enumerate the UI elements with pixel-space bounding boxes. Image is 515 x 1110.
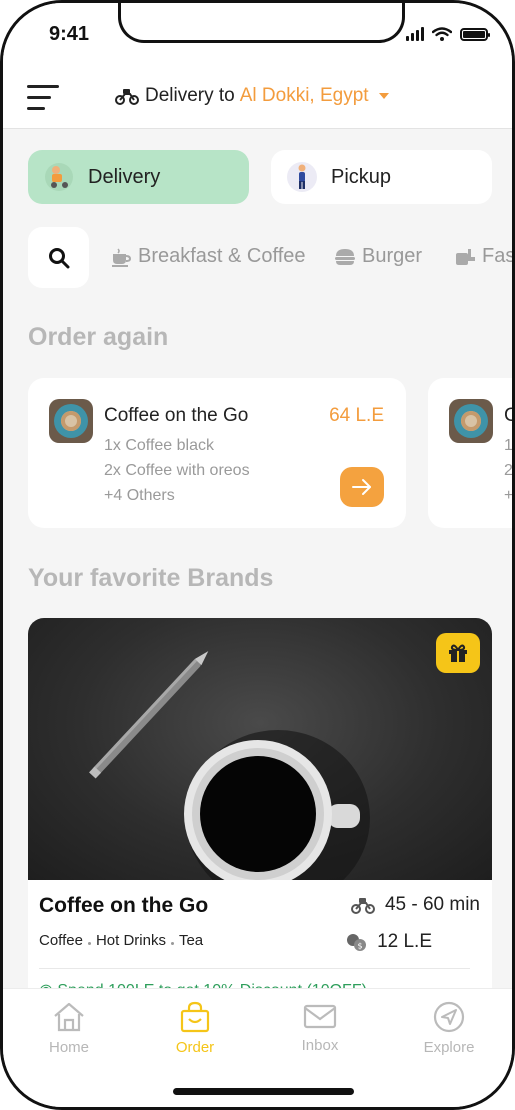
delivery-person-icon (44, 162, 74, 192)
category-fast[interactable]: Fast (454, 245, 515, 268)
pickup-mode-button[interactable]: Pickup (271, 150, 492, 204)
mail-icon (303, 1004, 337, 1029)
battery-icon (460, 27, 490, 41)
category-row: Breakfast & Coffee Burger Fast (28, 227, 515, 289)
status-time: 9:41 (49, 23, 90, 45)
shopping-bag-icon (180, 1001, 210, 1033)
tab-home[interactable]: Home (9, 1001, 129, 1056)
brand-tag: Tea (178, 932, 204, 949)
location-name: Al Dokki, Egypt (239, 85, 369, 106)
top-bar: Delivery to Al Dokki, Egypt (3, 65, 512, 129)
category-label: Burger (362, 245, 423, 267)
delivery-time: 45 - 60 min (350, 894, 480, 916)
brand-tag: Coffee (39, 932, 83, 949)
pickup-person-icon (287, 162, 317, 192)
reorder-button[interactable] (340, 467, 384, 507)
order-item: 2x Coffee with oreos (104, 462, 250, 479)
tab-label: Inbox (301, 1037, 339, 1054)
category-label: Fast (482, 245, 515, 267)
fast-food-icon (456, 248, 475, 265)
burger-icon (335, 248, 355, 265)
pickup-mode-label: Pickup (331, 165, 392, 188)
phone-frame: 9:41 Delivery to Al Dokki, Egypt Deliver… (0, 0, 515, 1110)
tab-order[interactable]: Order (135, 1001, 255, 1056)
status-bar: 9:41 (3, 3, 512, 65)
notch (118, 3, 405, 43)
brand-card[interactable]: Coffee on the Go Coffee Hot Drinks Tea 4… (28, 618, 492, 1038)
order-again-card[interactable]: C 1 2 + (428, 378, 514, 528)
order-item: +4 Others (104, 487, 175, 504)
delivery-mode-button[interactable]: Delivery (28, 150, 249, 204)
order-restaurant-name: C (504, 405, 512, 427)
order-item: + (504, 487, 514, 504)
compass-icon (433, 1001, 465, 1033)
order-again-title: Order again (28, 323, 169, 351)
chevron-down-icon (378, 93, 389, 99)
svg-text:$: $ (358, 942, 363, 951)
delivery-mode-label: Delivery (88, 165, 161, 188)
order-item: 2 (504, 462, 513, 479)
coffee-thumbnail (449, 399, 493, 443)
gift-offer-button[interactable] (436, 633, 480, 673)
brand-name: Coffee on the Go (39, 894, 209, 917)
delivery-location-selector[interactable]: Delivery to Al Dokki, Egypt (115, 85, 389, 107)
delivery-fee-value: 12 L.E (377, 931, 432, 952)
order-price: 64 L.E (329, 405, 384, 426)
coffee-cup-icon (112, 247, 132, 267)
arrow-right-icon (352, 479, 371, 495)
coffee-thumbnail (49, 399, 93, 443)
favorite-brands-title: Your favorite Brands (28, 564, 274, 592)
search-button[interactable] (28, 227, 89, 288)
home-icon (54, 1002, 84, 1032)
brand-cover-image (28, 618, 492, 906)
divider (39, 968, 470, 969)
order-restaurant-name: Coffee on the Go (104, 405, 249, 426)
tab-inbox[interactable]: Inbox (260, 1001, 380, 1054)
tab-label: Explore (423, 1039, 475, 1056)
status-icons (406, 27, 490, 41)
category-burger[interactable]: Burger (334, 245, 422, 268)
hamburger-menu-icon[interactable] (27, 83, 61, 111)
search-icon (48, 247, 69, 268)
delivery-fee: $ 12 L.E (345, 931, 432, 953)
tab-label: Home (48, 1039, 89, 1056)
signal-icon (406, 27, 424, 41)
tab-explore[interactable]: Explore (389, 1001, 509, 1056)
coffee-cup-photo (89, 651, 370, 906)
money-icon: $ (347, 934, 367, 951)
gift-icon (449, 644, 467, 662)
category-breakfast-coffee[interactable]: Breakfast & Coffee (110, 245, 306, 268)
delivery-time-value: 45 - 60 min (384, 894, 480, 915)
wifi-icon (432, 27, 452, 41)
motorbike-icon (115, 89, 139, 105)
category-label: Breakfast & Coffee (138, 245, 306, 267)
motorbike-icon (350, 898, 375, 914)
tab-label: Order (175, 1039, 215, 1056)
delivery-prefix: Delivery to (145, 85, 235, 106)
order-item: 1x Coffee black (104, 437, 214, 454)
home-indicator[interactable] (173, 1088, 354, 1095)
brand-tag: Hot Drinks (95, 932, 166, 949)
brand-tags: Coffee Hot Drinks Tea (39, 932, 203, 949)
order-again-card[interactable]: Coffee on the Go 64 L.E 1x Coffee black … (28, 378, 406, 528)
order-item: 1 (504, 437, 513, 454)
